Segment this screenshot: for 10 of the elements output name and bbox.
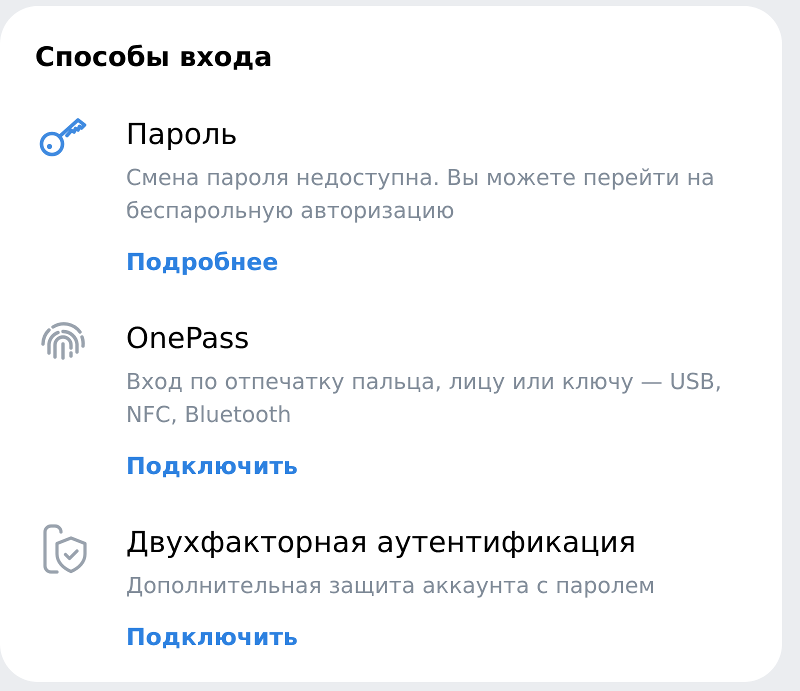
action-link[interactable]: Подключить [126,623,298,651]
method-title: Пароль [126,116,238,152]
method-description: Смена пароля недоступна. Вы можете перейти на беспарольную авторизацию [126,165,716,226]
method-title: Двухфакторная аутентификация [126,524,636,560]
method-description: Вход по отпечатку пальца, лицу или ключу — USB, NFC, Bluetooth [126,369,723,430]
action-link[interactable]: Подробнее [126,248,278,276]
action-link[interactable]: Подключить [126,452,298,480]
section-title: Способы входа [35,41,272,75]
method-title: OnePass [126,320,250,356]
method-description: Дополнительная защита аккаунта с паролем [126,573,655,601]
